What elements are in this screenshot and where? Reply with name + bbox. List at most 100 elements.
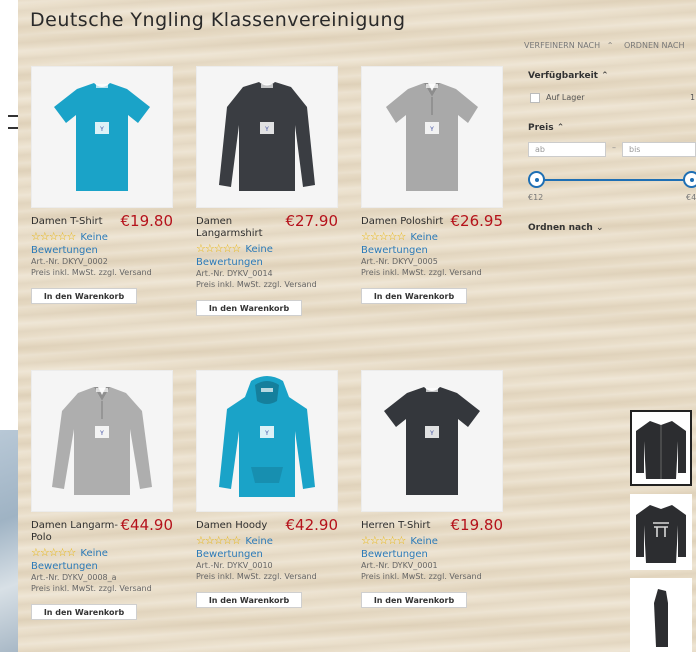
- product-card[interactable]: Y Damen T-Shirt €19.80 ☆☆☆☆☆ Keine Bewertung…: [31, 66, 181, 304]
- rating-stars-icon[interactable]: ☆☆☆☆☆: [361, 230, 406, 243]
- product-card[interactable]: Y Damen Poloshirt €26.95 ☆☆☆☆☆ Keine Bewertu…: [361, 66, 511, 304]
- product-thumbnail[interactable]: [630, 410, 692, 486]
- product-image[interactable]: Y: [196, 66, 338, 208]
- product-price: €44.90: [120, 516, 174, 534]
- sort-toggle[interactable]: ORDNEN NACH: [624, 41, 689, 50]
- price-range-dash: –: [612, 143, 616, 152]
- product-info: Damen Langarmshirt €27.90 ☆☆☆☆☆ Keine Bewer…: [196, 212, 346, 316]
- review-link-line[interactable]: Bewertungen: [361, 549, 511, 560]
- product-info: Herren T-Shirt €19.80 ☆☆☆☆☆ Keine Bewertung…: [361, 516, 511, 608]
- rating-row: ☆☆☆☆☆ Keine: [361, 532, 511, 549]
- jacket-back-icon: [636, 505, 686, 563]
- product-info: Damen Langarm-Polo €44.90 ☆☆☆☆☆ Keine Bewer…: [31, 516, 181, 620]
- chevron-up-icon: ⌃: [556, 123, 565, 133]
- price-to-input[interactable]: bis: [622, 142, 696, 157]
- page-title: Deutsche Yngling Klassenvereinigung: [30, 9, 406, 31]
- refine-toggle[interactable]: VERFEINERN NACH ⌃: [524, 41, 617, 50]
- product-card[interactable]: Y Damen Langarmshirt €27.90 ☆☆☆☆☆ Keine Bewe…: [196, 66, 346, 316]
- price-slider-min-handle[interactable]: [528, 171, 545, 188]
- jacket-front-icon: [636, 421, 686, 479]
- review-link[interactable]: Keine: [245, 536, 272, 547]
- product-image[interactable]: Y: [31, 370, 173, 512]
- divider-line: [8, 127, 18, 129]
- add-to-cart-button[interactable]: In den Warenkorb: [196, 300, 302, 316]
- in-stock-checkbox[interactable]: [530, 93, 540, 103]
- availability-toggle[interactable]: Verfügbarkeit ⌃: [528, 71, 609, 81]
- review-link[interactable]: Keine: [245, 244, 272, 255]
- price-from-input[interactable]: ab: [528, 142, 606, 157]
- review-link[interactable]: Keine: [410, 536, 437, 547]
- price-label: Preis: [528, 123, 554, 133]
- add-to-cart-button[interactable]: In den Warenkorb: [31, 604, 137, 620]
- product-card[interactable]: Y Damen Langarm-Polo €44.90 ☆☆☆☆☆ Keine Bewe…: [31, 370, 181, 620]
- background-photo: [0, 430, 18, 652]
- product-price: €42.90: [285, 516, 339, 534]
- product-info: Damen Poloshirt €26.95 ☆☆☆☆☆ Keine Bewertun…: [361, 212, 511, 304]
- chevron-up-icon: ⌃: [606, 41, 614, 50]
- chevron-down-icon: ⌄: [595, 223, 604, 233]
- review-link-line[interactable]: Bewertungen: [31, 561, 181, 572]
- tax-note: Preis inkl. MwSt. zzgl. Versand: [31, 584, 152, 593]
- product-image[interactable]: Y: [361, 370, 503, 512]
- product-price: €19.80: [450, 516, 504, 534]
- availability-label: Verfügbarkeit: [528, 71, 598, 81]
- sort-top-label: ORDNEN NACH: [623, 41, 685, 50]
- review-link[interactable]: Keine: [80, 548, 107, 559]
- product-thumbnail[interactable]: [630, 578, 692, 652]
- tax-note: Preis inkl. MwSt. zzgl. Versand: [196, 280, 317, 289]
- rating-stars-icon[interactable]: ☆☆☆☆☆: [31, 230, 76, 243]
- filter-header: VERFEINERN NACH ⌃ ORDNEN NACH: [524, 41, 692, 50]
- product-sku: Art.-Nr. DYKV_0001: [361, 561, 438, 570]
- in-stock-count: 1: [690, 93, 696, 102]
- in-stock-label: Auf Lager: [546, 93, 585, 102]
- product-card[interactable]: Y Damen Hoody €42.90 ☆☆☆☆☆ Keine Bewertungen…: [196, 370, 346, 608]
- rating-row: ☆☆☆☆☆ Keine: [196, 240, 346, 257]
- product-sku: Art.-Nr. DKYV_0005: [361, 257, 438, 266]
- price-min-value: €12: [528, 193, 544, 202]
- product-sku: Art.-Nr. DYKV_0014: [196, 269, 273, 278]
- add-to-cart-button[interactable]: In den Warenkorb: [361, 288, 467, 304]
- chevron-up-icon: ⌃: [601, 71, 609, 81]
- rating-stars-icon[interactable]: ☆☆☆☆☆: [361, 534, 406, 547]
- product-image[interactable]: Y: [196, 370, 338, 512]
- tax-note: Preis inkl. MwSt. zzgl. Versand: [361, 268, 482, 277]
- add-to-cart-button[interactable]: In den Warenkorb: [361, 592, 467, 608]
- product-card[interactable]: Y Herren T-Shirt €19.80 ☆☆☆☆☆ Keine Bewertun…: [361, 370, 511, 608]
- review-link[interactable]: Keine: [410, 232, 437, 243]
- price-slider-track[interactable]: [536, 179, 692, 181]
- product-price: €19.80: [120, 212, 174, 230]
- svg-text:Y: Y: [264, 430, 269, 437]
- rating-stars-icon[interactable]: ☆☆☆☆☆: [196, 534, 241, 547]
- add-to-cart-button[interactable]: In den Warenkorb: [196, 592, 302, 608]
- product-sku: Art.-Nr. DKYV_0002: [31, 257, 108, 266]
- review-link-line[interactable]: Bewertungen: [196, 549, 346, 560]
- product-thumbnail[interactable]: [630, 494, 692, 570]
- rating-stars-icon[interactable]: ☆☆☆☆☆: [196, 242, 241, 255]
- add-to-cart-button[interactable]: In den Warenkorb: [31, 288, 137, 304]
- product-price: €27.90: [285, 212, 339, 230]
- refine-label: VERFEINERN NACH: [524, 41, 601, 50]
- price-slider-max-handle[interactable]: [683, 171, 696, 188]
- svg-text:Y: Y: [429, 126, 434, 133]
- svg-text:Y: Y: [264, 126, 269, 133]
- tax-note: Preis inkl. MwSt. zzgl. Versand: [196, 572, 317, 581]
- rating-row: ☆☆☆☆☆ Keine: [31, 228, 181, 245]
- review-link-line[interactable]: Bewertungen: [361, 245, 511, 256]
- review-link-line[interactable]: Bewertungen: [196, 257, 346, 268]
- product-image[interactable]: Y: [31, 66, 173, 208]
- review-link[interactable]: Keine: [80, 232, 107, 243]
- review-link-line[interactable]: Bewertungen: [31, 245, 181, 256]
- sort-dropdown[interactable]: Ordnen nach ⌄: [528, 223, 604, 233]
- product-price: €26.95: [450, 212, 504, 230]
- product-sku: Art.-Nr. DYKV_0008_a: [31, 573, 117, 582]
- product-image[interactable]: Y: [361, 66, 503, 208]
- rating-row: ☆☆☆☆☆ Keine: [361, 228, 511, 245]
- rating-row: ☆☆☆☆☆ Keine: [31, 544, 181, 561]
- rating-stars-icon[interactable]: ☆☆☆☆☆: [31, 546, 76, 559]
- rating-row: ☆☆☆☆☆ Keine: [196, 532, 346, 549]
- price-toggle[interactable]: Preis ⌃: [528, 123, 564, 133]
- divider-line: [8, 115, 18, 117]
- svg-text:Y: Y: [429, 430, 434, 437]
- svg-text:Y: Y: [99, 126, 104, 133]
- product-sku: Art.-Nr. DYKV_0010: [196, 561, 273, 570]
